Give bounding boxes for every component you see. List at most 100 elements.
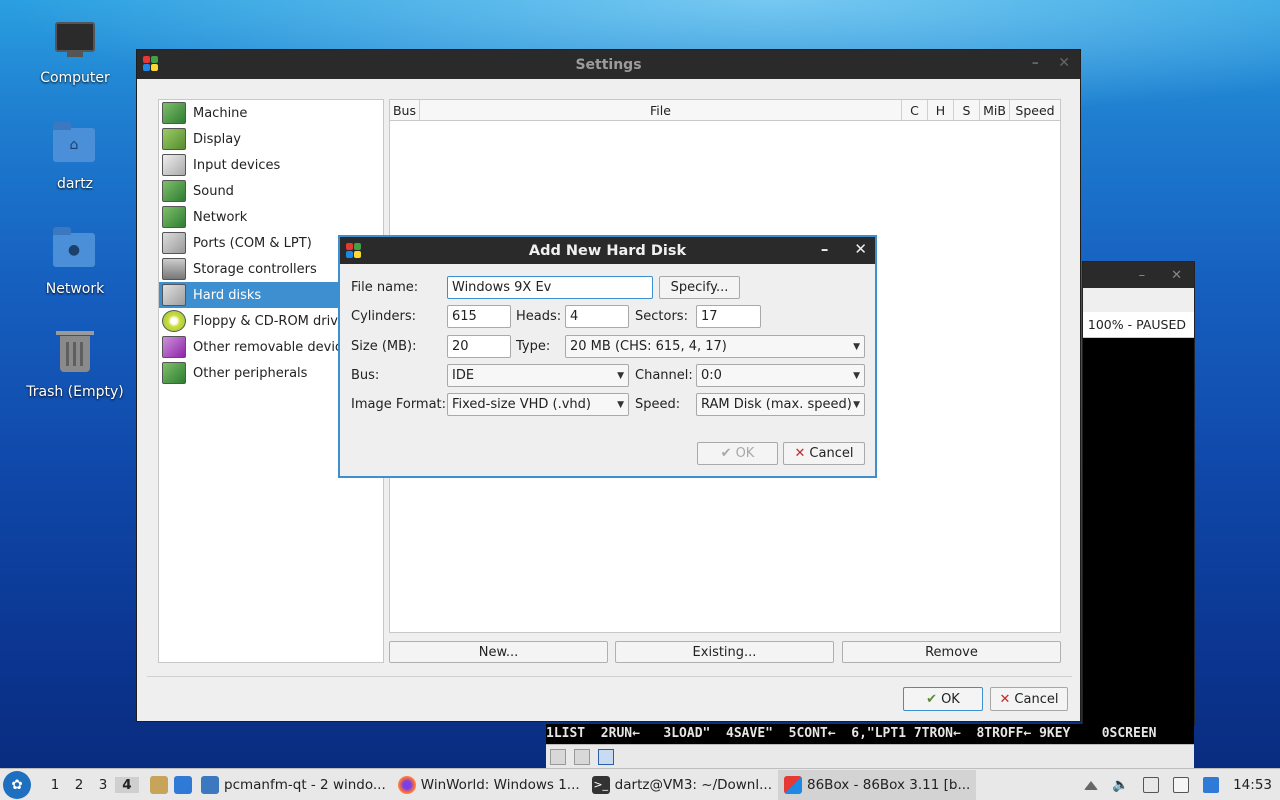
task-label: dartz@VM3: ~/Downl... bbox=[614, 776, 772, 793]
desktop-switch-2[interactable]: 2 bbox=[67, 777, 91, 793]
task-terminal[interactable]: >_ dartz@VM3: ~/Downl... bbox=[586, 770, 778, 800]
notification-icon[interactable] bbox=[1203, 777, 1220, 793]
settings-titlebar[interactable]: Settings – ✕ bbox=[137, 50, 1080, 79]
category-label: Hard disks bbox=[193, 287, 262, 303]
button-label: OK bbox=[941, 691, 960, 707]
cylinders-label: Cylinders: bbox=[351, 309, 416, 324]
speed-select[interactable]: RAM Disk (max. speed) ▼ bbox=[696, 393, 865, 416]
desktop-switch-3[interactable]: 3 bbox=[91, 777, 115, 793]
new-disk-button[interactable]: New... bbox=[389, 641, 608, 663]
minimize-icon[interactable]: – bbox=[1139, 268, 1146, 283]
minimize-icon[interactable]: – bbox=[1032, 55, 1039, 71]
heads-input[interactable]: 4 bbox=[565, 305, 629, 328]
add-hard-disk-dialog[interactable]: Add New Hard Disk – ✕ File name: Windows … bbox=[338, 235, 877, 478]
tray-expand-icon[interactable] bbox=[1084, 780, 1099, 790]
category-machine[interactable]: Machine bbox=[159, 100, 383, 126]
quicklaunch-desktop[interactable] bbox=[171, 770, 195, 800]
task-86box[interactable]: 86Box - 86Box 3.11 [b... bbox=[778, 769, 977, 800]
sectors-input[interactable]: 17 bbox=[696, 305, 761, 328]
emulator-menubar[interactable] bbox=[1083, 288, 1194, 312]
minimize-icon[interactable]: – bbox=[821, 240, 829, 258]
desktop-icon-trash[interactable]: Trash (Empty) bbox=[25, 331, 125, 400]
network-tray-icon[interactable] bbox=[1143, 777, 1160, 793]
dropdown-arrow-icon: ▼ bbox=[853, 399, 860, 410]
category-label: Input devices bbox=[193, 157, 281, 173]
dialog-cancel-button[interactable]: ✕ Cancel bbox=[783, 442, 865, 465]
dialog-ok-button[interactable]: ✔ OK bbox=[697, 442, 778, 465]
hard-disk-icon bbox=[162, 284, 186, 306]
close-icon[interactable]: ✕ bbox=[1171, 268, 1182, 283]
column-mib[interactable]: MiB bbox=[980, 100, 1010, 120]
cylinders-input[interactable]: 615 bbox=[447, 305, 511, 328]
existing-disk-button[interactable]: Existing... bbox=[615, 641, 834, 663]
category-label: Other removable devices bbox=[193, 339, 357, 355]
machine-icon bbox=[162, 102, 186, 124]
column-speed[interactable]: Speed bbox=[1010, 100, 1060, 120]
task-label: 86Box - 86Box 3.11 [b... bbox=[807, 776, 971, 793]
emulator-titlebar[interactable]: – ✕ bbox=[1083, 262, 1194, 288]
quicklaunch-file-manager[interactable] bbox=[147, 770, 171, 800]
floppy-icon[interactable] bbox=[550, 749, 566, 765]
desktop-switch-1[interactable]: 1 bbox=[43, 777, 67, 793]
button-label: New... bbox=[478, 644, 519, 660]
image-format-select[interactable]: Fixed-size VHD (.vhd) ▼ bbox=[447, 393, 629, 416]
storage-controller-icon bbox=[162, 258, 186, 280]
button-label: OK bbox=[735, 446, 755, 461]
type-select[interactable]: 20 MB (CHS: 615, 4, 17) ▼ bbox=[565, 335, 865, 358]
desktop-icon-home[interactable]: ⌂ dartz bbox=[25, 122, 125, 192]
task-pcmanfm[interactable]: pcmanfm-qt - 2 windo... bbox=[195, 770, 392, 800]
clipboard-icon[interactable] bbox=[1173, 777, 1190, 793]
bus-label: Bus: bbox=[351, 368, 380, 383]
button-label: Existing... bbox=[692, 644, 757, 660]
category-network[interactable]: Network bbox=[159, 204, 383, 230]
ports-icon bbox=[162, 232, 186, 254]
cancel-icon: ✕ bbox=[794, 446, 806, 461]
dialog-titlebar[interactable]: Add New Hard Disk – ✕ bbox=[340, 237, 875, 264]
category-label: Machine bbox=[193, 105, 248, 121]
volume-icon[interactable]: 🔈 bbox=[1112, 777, 1129, 793]
category-sound[interactable]: Sound bbox=[159, 178, 383, 204]
desktop-icon-label: dartz bbox=[56, 176, 94, 192]
settings-ok-button[interactable]: ✔ OK bbox=[903, 687, 983, 711]
taskbar: ✿ 1 2 3 4 pcmanfm-qt - 2 windo... WinWor… bbox=[0, 768, 1280, 800]
file-name-input[interactable]: Windows 9X Ev bbox=[447, 276, 653, 299]
desktop-icon-computer[interactable]: Computer bbox=[25, 18, 125, 86]
window-title: Settings bbox=[575, 56, 642, 73]
settings-cancel-button[interactable]: ✕ Cancel bbox=[990, 687, 1068, 711]
dialog-title: Add New Hard Disk bbox=[528, 242, 687, 259]
task-label: pcmanfm-qt - 2 windo... bbox=[224, 776, 386, 793]
desktop-switch-4[interactable]: 4 bbox=[115, 776, 139, 793]
emulator-statusbar bbox=[546, 744, 1194, 768]
close-icon[interactable]: ✕ bbox=[854, 240, 867, 258]
emulator-status: 100% - PAUSED bbox=[1083, 312, 1194, 338]
bus-select[interactable]: IDE ▼ bbox=[447, 364, 629, 387]
86box-app-icon bbox=[784, 775, 802, 794]
channel-select[interactable]: 0:0 ▼ bbox=[696, 364, 865, 387]
column-c[interactable]: C bbox=[902, 100, 928, 120]
floppy-icon[interactable] bbox=[574, 749, 590, 765]
specify-button[interactable]: Specify... bbox=[659, 276, 740, 299]
size-input[interactable]: 20 bbox=[447, 335, 511, 358]
start-menu-icon[interactable]: ✿ bbox=[3, 770, 31, 799]
show-desktop-icon bbox=[174, 775, 192, 794]
clock[interactable]: 14:53 bbox=[1233, 777, 1272, 793]
column-h[interactable]: H bbox=[928, 100, 954, 120]
category-label: Display bbox=[193, 131, 241, 147]
desktop-icon-network[interactable]: ● Network bbox=[25, 227, 125, 297]
column-s[interactable]: S bbox=[954, 100, 980, 120]
size-label: Size (MB): bbox=[351, 339, 417, 354]
column-file[interactable]: File bbox=[420, 100, 902, 120]
close-icon[interactable]: ✕ bbox=[1058, 55, 1070, 71]
remove-disk-button[interactable]: Remove bbox=[842, 641, 1061, 663]
category-label: Other peripherals bbox=[193, 365, 308, 381]
category-input-devices[interactable]: Input devices bbox=[159, 152, 383, 178]
select-value: Fixed-size VHD (.vhd) bbox=[452, 397, 591, 412]
removable-disk-icon bbox=[162, 336, 186, 358]
column-bus[interactable]: Bus bbox=[390, 100, 420, 120]
category-label: Ports (COM & LPT) bbox=[193, 235, 312, 251]
sound-icon[interactable] bbox=[598, 749, 614, 765]
task-firefox[interactable]: WinWorld: Windows 1... bbox=[392, 770, 586, 800]
category-display[interactable]: Display bbox=[159, 126, 383, 152]
emulator-window[interactable]: – ✕ 100% - PAUSED bbox=[1082, 261, 1195, 726]
button-label: Specify... bbox=[670, 280, 729, 295]
